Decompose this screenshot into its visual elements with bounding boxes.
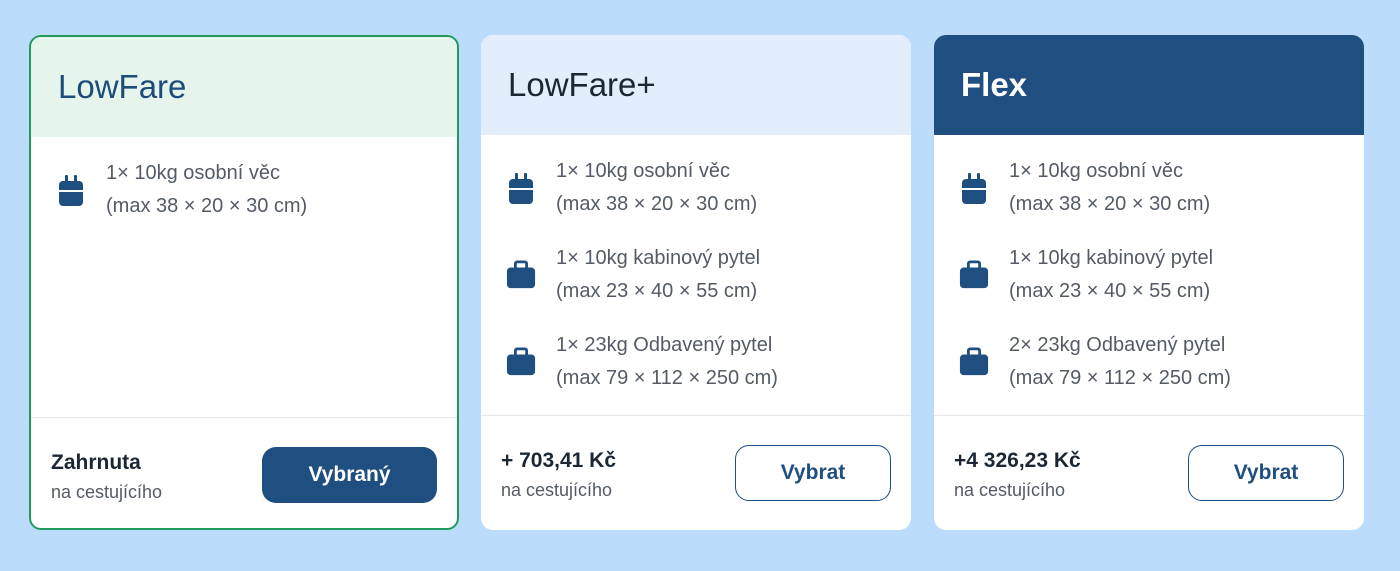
- fare-title: Flex: [934, 35, 1364, 135]
- item-line1: 1× 23kg Odbavený pytel: [556, 334, 773, 356]
- fare-title: LowFare+: [481, 35, 911, 135]
- item-line1: 2× 23kg Odbavený pytel: [1009, 334, 1226, 356]
- backpack-icon: [959, 172, 989, 204]
- selected-button[interactable]: Vybraný: [262, 447, 437, 503]
- item-line1: 1× 10kg kabinový pytel: [1009, 247, 1214, 269]
- baggage-item: 1× 10kg kabinový pytel (max 23 × 40 × 55 …: [959, 242, 1354, 308]
- select-button[interactable]: Vybrat: [735, 445, 891, 501]
- fare-title: LowFare: [31, 37, 457, 137]
- price-label: Zahrnuta: [51, 451, 141, 474]
- divider: [934, 415, 1364, 416]
- per-passenger-label: na cestujícího: [954, 480, 1066, 500]
- item-line2: (max 79 × 112 × 250 cm): [1009, 367, 1231, 389]
- price-label: +4 326,23 Kč: [954, 449, 1081, 472]
- fare-card-lowfare-plus[interactable]: LowFare+ 1× 10kg osobní věc (max 38 × 20 …: [481, 35, 911, 530]
- baggage-item: 1× 10kg osobní věc (max 38 × 20 × 30 cm): [959, 155, 1354, 221]
- item-line1: 1× 10kg osobní věc: [556, 160, 731, 182]
- select-button[interactable]: Vybrat: [1188, 445, 1344, 501]
- per-passenger-label: na cestujícího: [501, 480, 613, 500]
- fare-card-flex[interactable]: Flex 1× 10kg osobní věc (max 38 × 20 × 30…: [934, 35, 1364, 530]
- item-line1: 1× 10kg kabinový pytel: [556, 247, 761, 269]
- per-passenger-label: na cestujícího: [51, 482, 163, 502]
- divider: [481, 415, 911, 416]
- suitcase-icon: [506, 259, 536, 291]
- baggage-item: 2× 23kg Odbavený pytel (max 79 × 112 × 25…: [959, 329, 1354, 395]
- item-line2: (max 38 × 20 × 30 cm): [556, 193, 758, 215]
- price-label: + 703,41 Kč: [501, 449, 617, 472]
- baggage-item: 1× 10kg kabinový pytel (max 23 × 40 × 55 …: [506, 242, 901, 308]
- baggage-item: 1× 10kg osobní věc (max 38 × 20 × 30 cm): [56, 157, 447, 223]
- baggage-item: 1× 10kg osobní věc (max 38 × 20 × 30 cm): [506, 155, 901, 221]
- item-line2: (max 38 × 20 × 30 cm): [1009, 193, 1211, 215]
- divider: [31, 417, 457, 418]
- suitcase-icon: [959, 259, 989, 291]
- item-line2: (max 38 × 20 × 30 cm): [106, 195, 308, 217]
- item-line1: 1× 10kg osobní věc: [106, 162, 281, 184]
- suitcase-icon: [506, 346, 536, 378]
- item-line2: (max 23 × 40 × 55 cm): [1009, 280, 1211, 302]
- fare-card-lowfare[interactable]: LowFare 1× 10kg osobní věc (max 38 × 20 ×…: [29, 35, 459, 530]
- backpack-icon: [506, 172, 536, 204]
- baggage-item: 1× 23kg Odbavený pytel (max 79 × 112 × 25…: [506, 329, 901, 395]
- item-line2: (max 23 × 40 × 55 cm): [556, 280, 758, 302]
- backpack-icon: [56, 174, 86, 206]
- item-line2: (max 79 × 112 × 250 cm): [556, 367, 778, 389]
- item-line1: 1× 10kg osobní věc: [1009, 160, 1184, 182]
- suitcase-icon: [959, 346, 989, 378]
